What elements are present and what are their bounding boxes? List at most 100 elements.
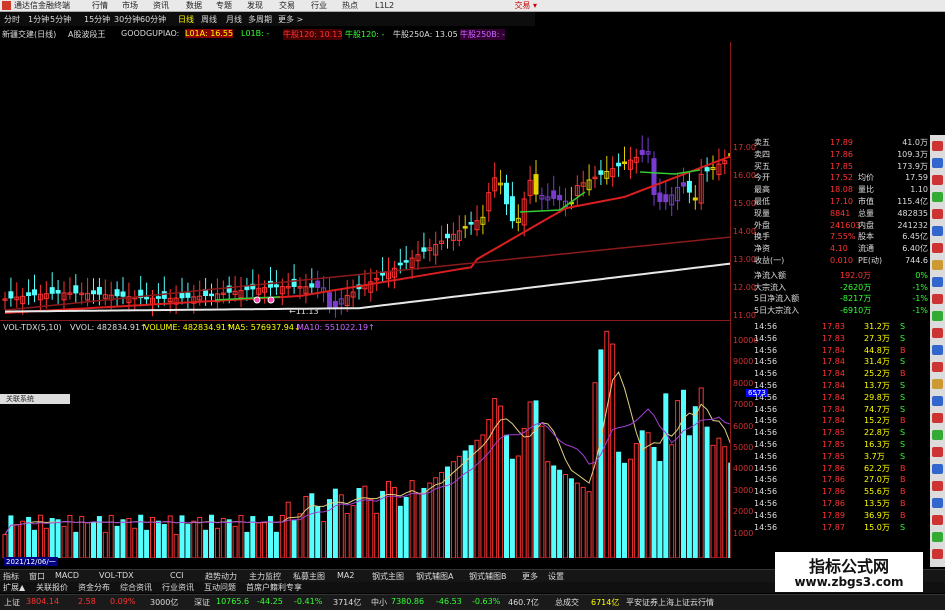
extension-tab[interactable]: 行业资讯 (162, 582, 194, 593)
quote-value-2: 241232 (897, 220, 928, 230)
extension-tab[interactable]: 资金分布 (78, 582, 110, 593)
toolbar-icon[interactable] (932, 141, 943, 151)
indicator-tab[interactable]: CCI (170, 571, 184, 580)
toolbar-icon[interactable] (932, 430, 943, 440)
indicator-tab[interactable]: 主力监控 (249, 571, 281, 582)
extension-tab[interactable]: 首席户籍利专享 (246, 582, 302, 593)
period-tab[interactable]: 15分钟 (84, 14, 110, 25)
indicator-tab[interactable]: 趋势动力 (205, 571, 237, 582)
volume-bar (173, 533, 179, 558)
menu-item-l1l2[interactable]: L1L2 (375, 0, 394, 11)
toolbar-icon[interactable] (932, 311, 943, 321)
zx-index-amount: 460.7亿 (508, 598, 539, 607)
sh-index-value: 3804.14 (26, 597, 60, 606)
menu-item-quote[interactable]: 行情 (92, 0, 108, 11)
indicator-tab[interactable]: MA2 (337, 571, 354, 580)
flow-row: 5日大宗流入 -6910万 -1% (752, 305, 930, 316)
volume-bar (692, 406, 698, 558)
volume-bar (244, 531, 250, 558)
candle-body (504, 182, 509, 205)
tick-row: 14:56 17.84 29.8万 S (752, 392, 930, 403)
toolbar-icon[interactable] (932, 413, 943, 423)
linked-system-box[interactable]: 关联系统 (0, 394, 70, 404)
toolbar-icon[interactable] (932, 396, 943, 406)
toolbar-icon[interactable] (932, 226, 943, 236)
toolbar-icon[interactable] (932, 260, 943, 270)
sz-index-change: -44.25 (257, 597, 283, 606)
period-tab[interactable]: 周线 (201, 14, 217, 25)
toolbar-icon[interactable] (932, 158, 943, 168)
toolbar-icon[interactable] (932, 481, 943, 491)
candlestick-chart[interactable]: ←11.13 (0, 42, 731, 321)
toolbar-icon[interactable] (932, 294, 943, 304)
volume-bar (327, 499, 332, 558)
indicator-tab[interactable]: 钢式辅图A (416, 571, 453, 582)
menu-item-info[interactable]: 资讯 (153, 0, 169, 11)
toolbar-icon[interactable] (932, 515, 943, 525)
quote-label: 卖四 (754, 149, 770, 159)
menu-item-data[interactable]: 数据 (186, 0, 202, 11)
indicator-tab[interactable]: 指标 (3, 571, 19, 582)
toolbar-icon[interactable] (932, 549, 943, 559)
period-tab[interactable]: 月线 (226, 14, 242, 25)
toolbar-icon[interactable] (932, 243, 943, 253)
menu-item-market[interactable]: 市场 (122, 0, 138, 11)
candle-body (445, 233, 450, 239)
indicator-tab[interactable]: 窗口 (29, 571, 45, 582)
candle-body (161, 291, 167, 299)
toolbar-icon[interactable] (932, 498, 943, 508)
toolbar-icon[interactable] (932, 532, 943, 542)
indicator-tab[interactable]: 私募主图 (293, 571, 325, 582)
sh-index-label[interactable]: 上证 (4, 597, 20, 608)
extension-tab[interactable]: 互动问题 (204, 582, 236, 593)
volume-bar (291, 520, 297, 558)
period-tab[interactable]: 60分钟 (140, 14, 166, 25)
menu-item-discover[interactable]: 发现 (247, 0, 263, 11)
toolbar-icon[interactable] (932, 175, 943, 185)
period-tab[interactable]: 更多 > (278, 14, 303, 25)
indicator-tab[interactable]: 钢式辅图B (469, 571, 507, 582)
menu-item-topic[interactable]: 专题 (216, 0, 232, 11)
sz-index-label[interactable]: 深证 (194, 597, 210, 608)
trade-login-link[interactable]: 交易 ▾ (514, 0, 537, 11)
period-tab[interactable]: 多周期 (248, 14, 272, 25)
zx-index-label[interactable]: 中小 (371, 597, 387, 608)
menu-item-hot[interactable]: 热点 (342, 0, 358, 11)
toolbar-icon[interactable] (932, 379, 943, 389)
indicator-tab[interactable]: MACD (55, 571, 79, 580)
volume-axis: 10000 9000 8000 7000 6000 5000 4000 3000 2000 100… (731, 320, 758, 558)
extension-tab[interactable]: 综合资讯 (120, 582, 152, 593)
toolbar-icon[interactable] (932, 447, 943, 457)
toolbar-icon[interactable] (932, 277, 943, 287)
indicator-tab[interactable]: VOL-TDX (99, 571, 134, 580)
volume-chart[interactable] (0, 320, 731, 558)
volume-bar (344, 512, 350, 558)
toolbar-icon[interactable] (932, 209, 943, 219)
volume-bar (704, 426, 710, 558)
candle-body (663, 194, 669, 203)
tick-time: 14:56 (754, 345, 778, 355)
toolbar-icon[interactable] (932, 464, 943, 474)
volume-bar (686, 435, 692, 558)
extension-tab[interactable]: 扩展▲ (3, 582, 25, 593)
toolbar-icon[interactable] (932, 362, 943, 372)
period-tab[interactable]: 分时 (4, 14, 20, 25)
candle-body (651, 158, 657, 195)
toolbar-icon[interactable] (932, 328, 943, 338)
server-name[interactable]: 平安证券上海上证云行情 (626, 597, 714, 608)
toolbar-icon[interactable] (932, 345, 943, 355)
toolbar-icon[interactable] (932, 192, 943, 202)
quote-row: 最高 18.08 量比 1.10 (752, 184, 930, 195)
indicator-tab[interactable]: 设置 (548, 571, 564, 582)
tick-side: B (900, 345, 906, 355)
period-tab[interactable]: 1分钟 (28, 14, 49, 25)
menu-item-industry[interactable]: 行业 (311, 0, 327, 11)
indicator-tab[interactable]: 钢式主图 (372, 571, 404, 582)
indicator-tab[interactable]: 更多 (522, 571, 538, 582)
volume-bar (563, 474, 568, 558)
extension-tab[interactable]: 关联报价 (36, 582, 68, 593)
period-tab[interactable]: 日线 (178, 14, 194, 25)
period-tab[interactable]: 5分钟 (50, 14, 71, 25)
menu-item-trade[interactable]: 交易 (279, 0, 295, 11)
period-tab[interactable]: 30分钟 (114, 14, 140, 25)
